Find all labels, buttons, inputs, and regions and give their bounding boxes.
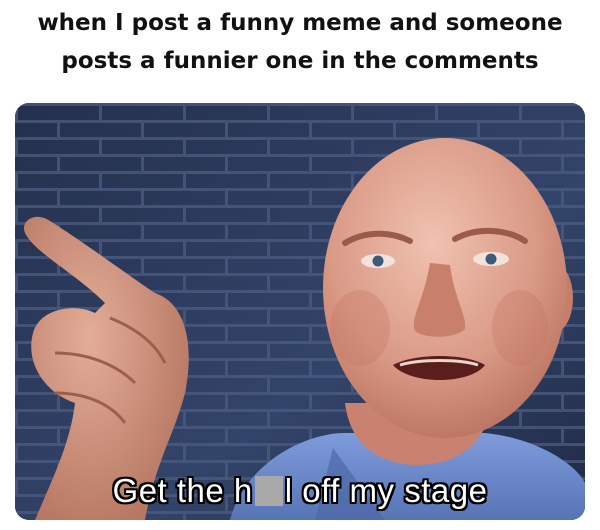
meme-image: Get the h l off my stage [15,103,585,520]
meme-post: when I post a funny meme and someone pos… [0,0,600,530]
meme-caption: when I post a funny meme and someone pos… [0,4,600,80]
subtitle-text-after: l off my stage [284,472,488,509]
meme-subtitle: Get the h l off my stage [15,472,585,510]
man-pointing-illustration [15,103,585,520]
caption-line-2: posts a funnier one in the comments [61,48,539,74]
caption-line-1: when I post a funny meme and someone [37,10,563,36]
censor-block [254,476,283,506]
subtitle-text-before: Get the h [112,472,253,509]
